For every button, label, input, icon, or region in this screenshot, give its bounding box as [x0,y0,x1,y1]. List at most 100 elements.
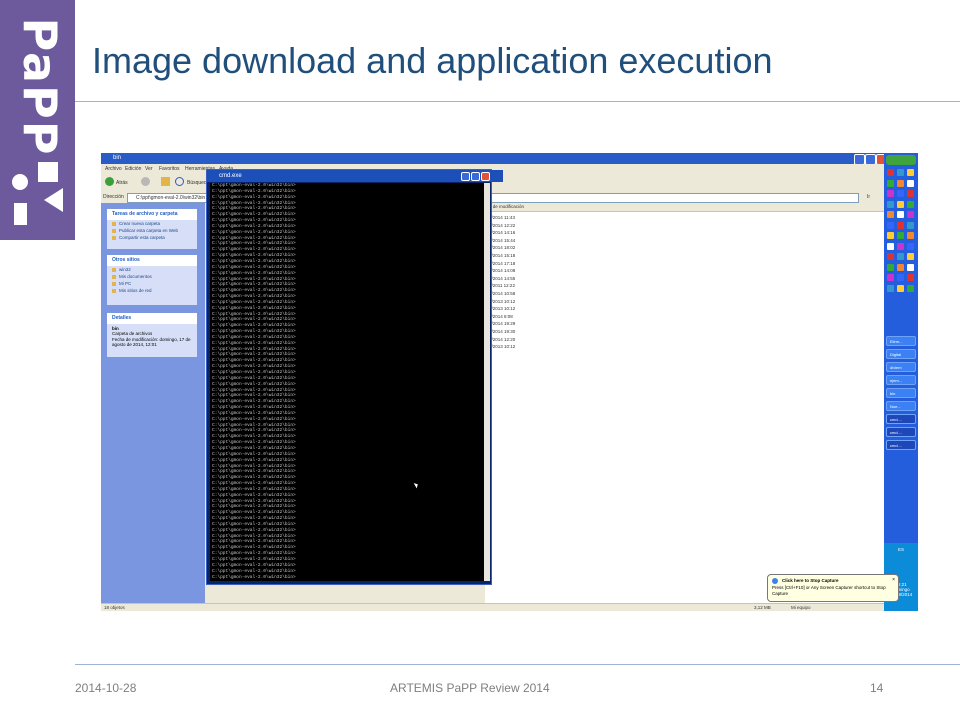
places-panel-title[interactable]: Otros sitios [107,255,197,266]
menu-archivo[interactable]: Archivo [105,166,122,172]
address-input-extended[interactable] [485,193,859,203]
task-publish-web[interactable]: Publicar esta carpeta en Web [107,227,197,234]
place-my-documents[interactable]: Mis documentos [107,273,197,280]
tray-icon[interactable] [907,211,914,218]
tray-icon[interactable] [907,200,914,208]
menu-edicion[interactable]: Edición [125,166,141,172]
tray-icon[interactable] [897,190,904,197]
taskbar-button[interactable]: cmd.... [886,414,916,424]
place-win32[interactable]: win32 [107,266,197,273]
task-share-folder[interactable]: Compartir esta carpeta [107,234,197,241]
up-folder-icon[interactable] [161,177,170,186]
list-item[interactable]: 7/2014 18:02 [489,245,515,250]
tray-icon[interactable] [907,179,914,187]
tray-icon[interactable] [907,221,914,229]
taskbar-button[interactable]: bin [886,388,916,398]
address-input[interactable]: C:\ppt\gmon-eval-2.0\win32\bin [127,193,211,203]
list-item[interactable]: 7/2013 10:12 [489,306,515,311]
cmd-close-button[interactable] [481,172,490,181]
tray-icon[interactable] [887,284,894,292]
tray-icon[interactable] [897,169,904,176]
start-button[interactable] [886,155,916,165]
list-item[interactable]: 7/2011 12:22 [489,283,515,288]
tray-icon[interactable] [897,253,904,260]
cmd-maximize-button[interactable] [471,172,480,181]
capture-balloon[interactable]: Click here to Stop Capture × Press [Ctrl… [767,574,899,602]
list-item[interactable]: 7/2014 12:22 [489,223,515,228]
tray-icon[interactable] [887,242,894,250]
column-header-modified[interactable]: a de modificación [485,203,888,212]
task-new-folder[interactable]: Crear nueva carpeta [107,220,197,227]
menu-favoritos[interactable]: Favoritos [159,166,180,172]
taskbar-button[interactable]: cmd.... [886,440,916,450]
details-panel: Detalles bin Carpeta de archivos Fecha d… [107,313,197,357]
tray-icon[interactable] [887,200,894,208]
tray-icon[interactable] [887,263,894,271]
cmd-scrollbar[interactable] [484,183,490,581]
explorer-titlebar[interactable]: bin [101,153,887,165]
place-network[interactable]: Mis sitios de red [107,287,197,294]
forward-icon[interactable] [141,177,150,186]
tray-icon[interactable] [887,274,894,281]
back-button-label[interactable]: Atrás [116,180,128,186]
taskbar-button[interactable]: cmd.... [886,427,916,437]
taskbar-button[interactable]: Elem... [886,336,916,346]
list-item[interactable]: 7/2014 19:30 [489,329,515,334]
cmd-titlebar[interactable]: cmd.exe [207,170,503,182]
back-icon[interactable] [105,177,114,186]
tray-icon[interactable] [907,232,914,239]
cmd-minimize-button[interactable] [461,172,470,181]
balloon-close-icon[interactable]: × [892,577,895,583]
taskbar-button[interactable]: diviem [886,362,916,372]
list-item[interactable]: 7/2014 15:44 [489,238,515,243]
tray-icon[interactable] [907,190,914,197]
tray-icon[interactable] [907,284,914,292]
tray-icon[interactable] [907,169,914,176]
status-object-count: 18 objetos [104,605,125,610]
list-item[interactable]: 7/2014 14:55 [489,276,515,281]
list-item[interactable]: 7/2014 17:18 [489,261,515,266]
tray-icon[interactable] [897,232,904,239]
tray-icon[interactable] [907,253,914,260]
list-item[interactable]: 7/2014 11:43 [489,215,515,220]
tray-icon[interactable] [907,274,914,281]
list-item[interactable]: 7/2014 10:58 [489,291,515,296]
tray-icon[interactable] [897,211,904,218]
language-indicator[interactable]: ES [884,547,918,552]
list-item[interactable]: 7/2014 12:20 [489,337,515,342]
tray-icon[interactable] [897,242,904,250]
tray-icon[interactable] [897,200,904,208]
tray-icon[interactable] [897,284,904,292]
tray-icon[interactable] [887,232,894,239]
list-item[interactable]: 7/2014 14:08 [489,268,515,273]
tray-icon[interactable] [897,179,904,187]
list-item[interactable]: 7/2013 10:12 [489,344,515,349]
cmd-console-output[interactable]: C:\ppt\gmon-eval-2.0\win32\bin> C:\ppt\gm… [210,183,484,581]
search-icon[interactable] [175,177,184,186]
tray-icon[interactable] [907,242,914,250]
list-item[interactable]: 7/2014 8:08 [489,314,513,319]
tray-icon[interactable] [887,253,894,260]
tray-icon[interactable] [887,211,894,218]
details-panel-title[interactable]: Detalles [107,313,197,324]
taskbar-button[interactable]: Nue... [886,401,916,411]
tray-icon[interactable] [887,179,894,187]
tray-icon[interactable] [897,263,904,271]
tray-icon[interactable] [887,221,894,229]
place-my-computer[interactable]: Mi PC [107,280,197,287]
list-item[interactable]: 7/2014 19:29 [489,321,515,326]
go-button[interactable]: Ir [867,194,870,200]
tray-icon[interactable] [887,190,894,197]
list-item[interactable]: 7/2013 10:12 [489,299,515,304]
tray-icon[interactable] [897,221,904,229]
tray-icon[interactable] [907,263,914,271]
menu-ver[interactable]: Ver [145,166,153,172]
tray-icon[interactable] [897,274,904,281]
taskbar-button[interactable]: Digital [886,349,916,359]
tasks-panel-title[interactable]: Tareas de archivo y carpeta [107,209,197,220]
taskbar-button[interactable]: ejem... [886,375,916,385]
balloon-title[interactable]: Click here to Stop Capture [782,578,839,583]
tray-icon[interactable] [887,169,894,176]
list-item[interactable]: 7/2014 14:16 [489,230,515,235]
list-item[interactable]: 7/2014 15:18 [489,253,515,258]
